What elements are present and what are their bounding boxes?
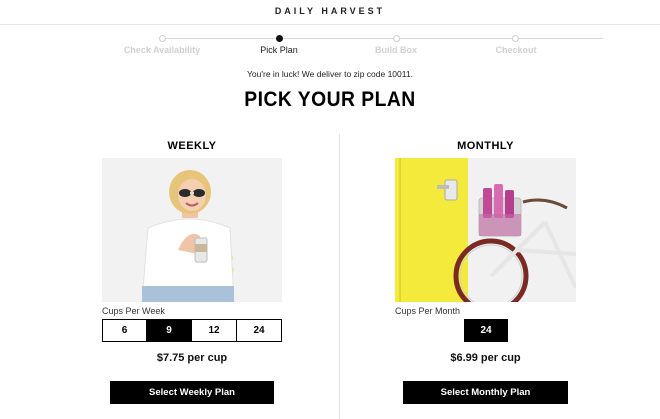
weekly-cups-selector: 6 9 12 24	[102, 319, 282, 342]
page-title: PICK YOUR PLAN	[244, 88, 416, 111]
weekly-option-6[interactable]: 6	[103, 320, 147, 341]
weekly-plan-card: WEEKLY Cups Per Week 6 9 12 24 $7.75 per…	[102, 138, 282, 419]
select-monthly-plan-button[interactable]: Select Monthly Plan	[403, 381, 568, 404]
step-dot-build-box	[393, 35, 400, 42]
brand-logo[interactable]: DAILY HARVEST	[0, 6, 660, 16]
monthly-option-24[interactable]: 24	[465, 320, 507, 341]
monthly-plan-card: MONTHLY Cups Per Month 24 $6.99 per cup …	[395, 138, 576, 419]
stepper-track	[162, 38, 603, 39]
weekly-option-24[interactable]: 24	[237, 320, 281, 341]
step-dot-checkout	[512, 35, 519, 42]
step-build-box[interactable]: Build Box	[341, 45, 451, 55]
monthly-price: $6.99 per cup	[450, 352, 521, 364]
weekly-option-9[interactable]: 9	[147, 320, 192, 341]
weekly-option-12[interactable]: 12	[192, 320, 237, 341]
monthly-cups-label: Cups Per Month	[395, 306, 461, 316]
monthly-cups-selector: 24	[464, 319, 508, 342]
weekly-plan-title: WEEKLY	[167, 140, 217, 152]
weekly-plan-image	[102, 158, 282, 302]
step-dot-check-availability	[159, 35, 166, 42]
top-bar: DAILY HARVEST	[0, 0, 660, 25]
select-weekly-plan-button[interactable]: Select Weekly Plan	[110, 381, 274, 404]
weekly-price: $7.75 per cup	[156, 352, 228, 364]
progress-stepper: Check Availability Pick Plan Build Box C…	[0, 33, 660, 61]
monthly-plan-title: MONTHLY	[457, 140, 514, 152]
weekly-cups-label: Cups Per Week	[102, 306, 165, 316]
step-pick-plan[interactable]: Pick Plan	[224, 45, 334, 55]
step-check-availability[interactable]: Check Availability	[107, 45, 217, 55]
delivery-notice: You're in luck! We deliver to zip code 1…	[247, 69, 413, 79]
step-checkout[interactable]: Checkout	[461, 45, 571, 55]
step-dot-pick-plan	[276, 35, 283, 42]
monthly-plan-image	[395, 158, 576, 302]
plan-divider	[339, 134, 340, 419]
